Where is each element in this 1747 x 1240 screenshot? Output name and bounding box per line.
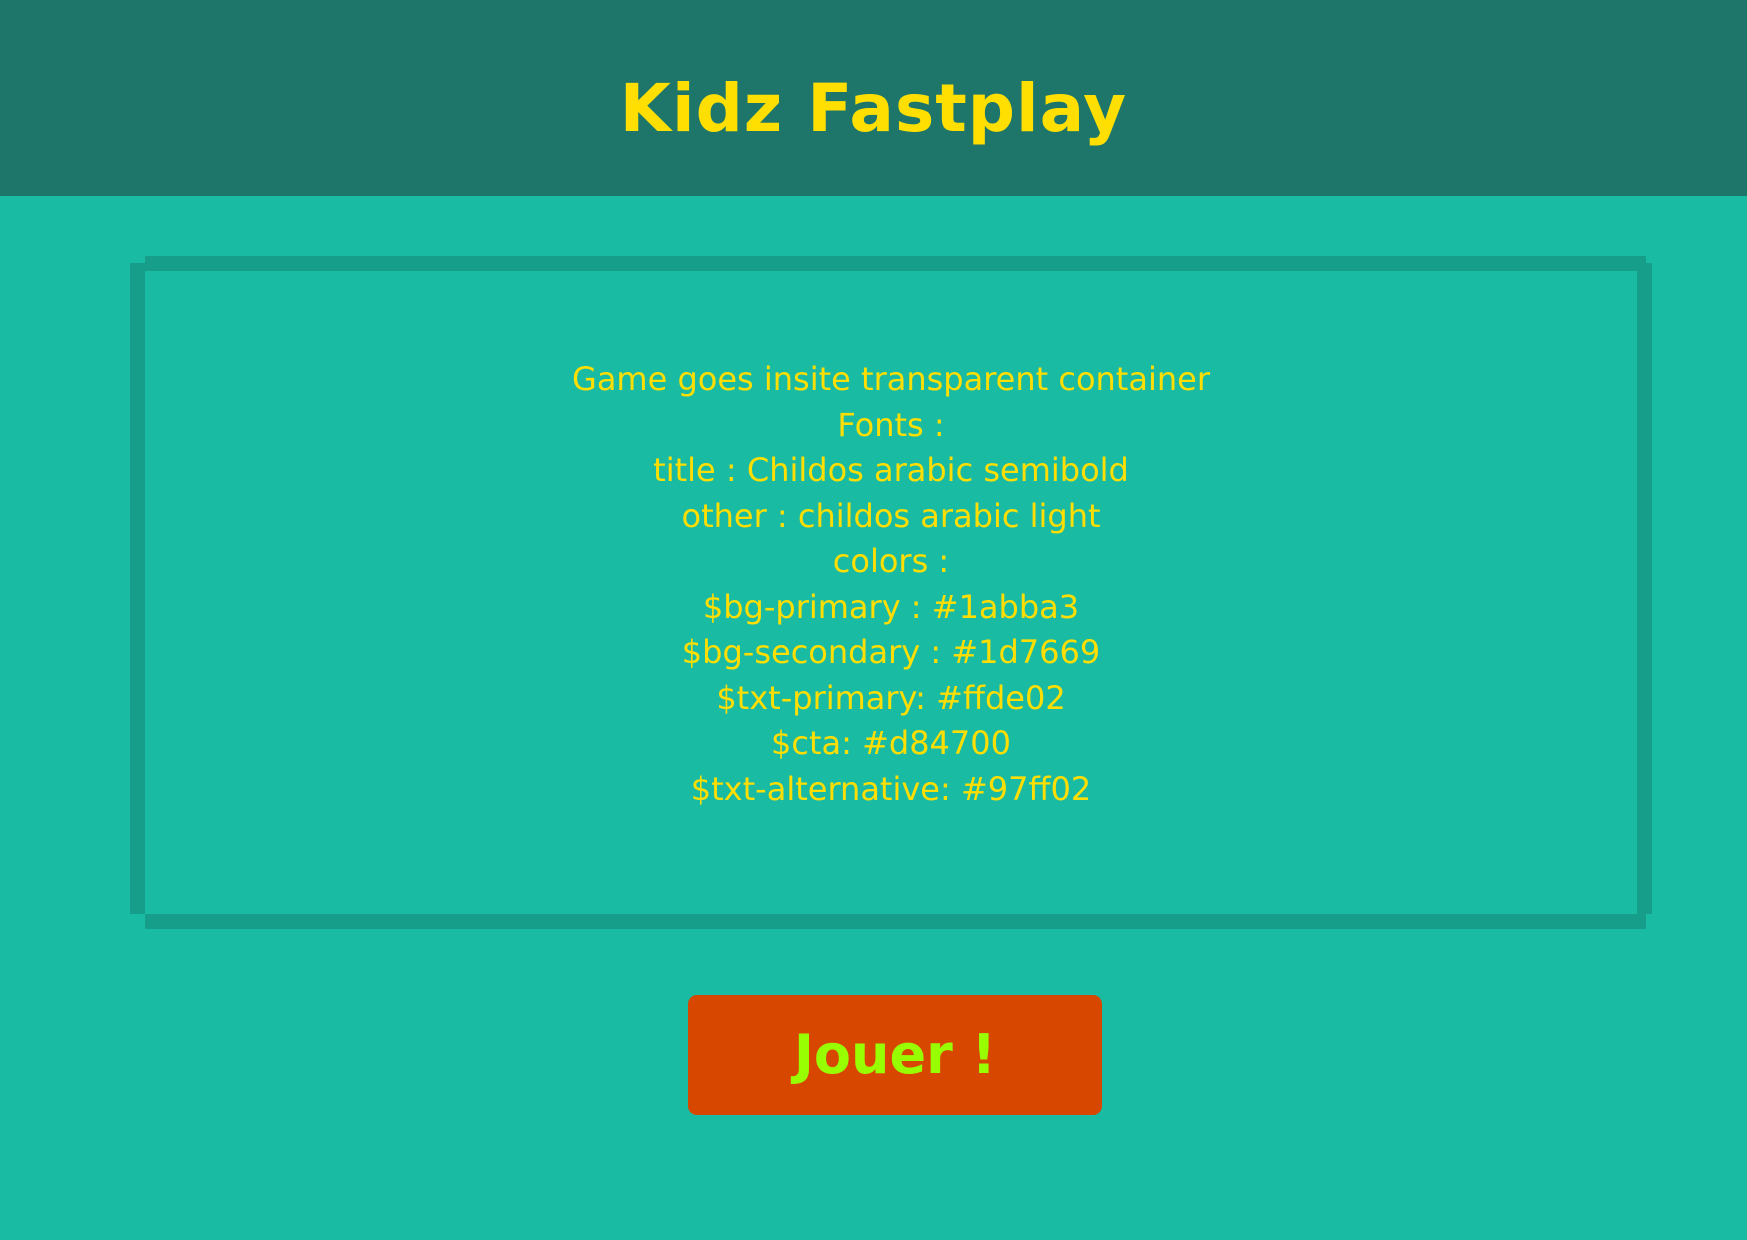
info-line-txt-alternative: $txt-alternative: #97ff02 <box>690 769 1092 808</box>
info-line-other-font: other : childos arabic light <box>681 496 1101 535</box>
info-line-intro: Game goes insite transparent container <box>572 360 1210 398</box>
info-line-cta: $cta: #d84700 <box>771 724 1011 762</box>
info-line-txt-primary: $txt-primary: #ffde02 <box>716 678 1066 717</box>
play-button[interactable]: Jouer ! <box>688 995 1102 1115</box>
game-container: Game goes insite transparent container F… <box>130 256 1652 929</box>
placeholder-info-text: Game goes insite transparent container F… <box>130 357 1652 812</box>
header-bar: Kidz Fastplay <box>0 0 1747 196</box>
info-line-title-font: title : Childos arabic semibold <box>653 451 1129 489</box>
info-line-fonts-heading: Fonts : <box>837 405 945 444</box>
container-border-bottom <box>145 914 1646 929</box>
info-line-bg-primary: $bg-primary : #1abba3 <box>702 587 1080 626</box>
page-title: Kidz Fastplay <box>619 70 1128 147</box>
info-line-colors-heading: colors : <box>832 542 950 580</box>
info-line-bg-secondary: $bg-secondary : #1d7669 <box>681 633 1101 671</box>
container-border-top <box>145 256 1646 271</box>
